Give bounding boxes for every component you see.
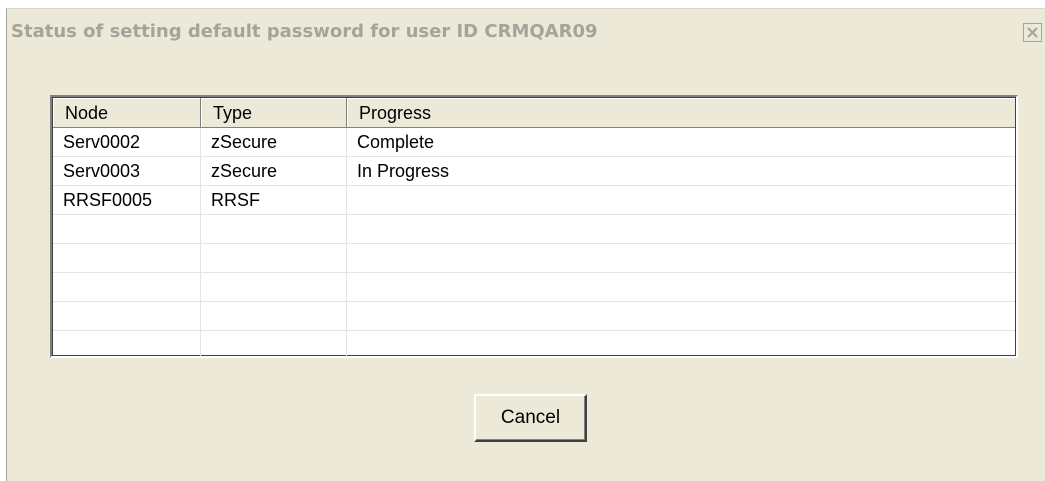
- cell-progress: [347, 186, 1015, 214]
- cell-node: Serv0002: [53, 128, 201, 156]
- empty-cell: [347, 215, 1015, 243]
- empty-cell: [201, 331, 347, 356]
- list-header: Node Type Progress: [53, 98, 1015, 128]
- empty-cell: [201, 302, 347, 330]
- table-row[interactable]: RRSF0005 RRSF: [53, 186, 1015, 215]
- status-dialog: Status of setting default password for u…: [6, 8, 1045, 481]
- close-icon: [1026, 26, 1039, 39]
- empty-cell: [347, 273, 1015, 301]
- empty-cell: [347, 302, 1015, 330]
- column-header-progress[interactable]: Progress: [347, 98, 1015, 128]
- cell-type: zSecure: [201, 128, 347, 156]
- empty-row: [53, 244, 1015, 273]
- cell-node: Serv0003: [53, 157, 201, 185]
- dialog-title: Status of setting default password for u…: [11, 21, 598, 42]
- list-rows: Serv0002 zSecure Complete Serv0003 zSecu…: [53, 128, 1015, 356]
- empty-cell: [347, 331, 1015, 356]
- cell-progress: In Progress: [357, 161, 450, 181]
- empty-cell: [53, 273, 201, 301]
- table-row[interactable]: Serv0003 zSecure In Progress: [53, 157, 1015, 186]
- empty-cell: [53, 331, 201, 356]
- empty-cell: [201, 215, 347, 243]
- title-bar[interactable]: Status of setting default password for u…: [7, 9, 1045, 60]
- cell-type: RRSF: [201, 186, 347, 214]
- empty-row: [53, 215, 1015, 244]
- empty-cell: [53, 215, 201, 243]
- column-header-node[interactable]: Node: [53, 98, 201, 128]
- cell-node: RRSF0005: [53, 186, 201, 214]
- empty-cell: [53, 244, 201, 272]
- empty-cell: [347, 244, 1015, 272]
- status-list[interactable]: Node Type Progress Serv0002 zSecure Comp…: [50, 95, 1018, 358]
- cell-type: zSecure: [201, 157, 347, 185]
- cancel-button[interactable]: Cancel: [474, 394, 587, 442]
- empty-row: [53, 331, 1015, 356]
- empty-cell: [201, 244, 347, 272]
- column-header-type[interactable]: Type: [201, 98, 347, 128]
- empty-cell: [53, 302, 201, 330]
- close-button[interactable]: [1023, 23, 1042, 42]
- empty-cell: [201, 273, 347, 301]
- empty-row: [53, 273, 1015, 302]
- cell-progress: Complete: [357, 132, 435, 152]
- empty-row: [53, 302, 1015, 331]
- table-row[interactable]: Serv0002 zSecure Complete: [53, 128, 1015, 157]
